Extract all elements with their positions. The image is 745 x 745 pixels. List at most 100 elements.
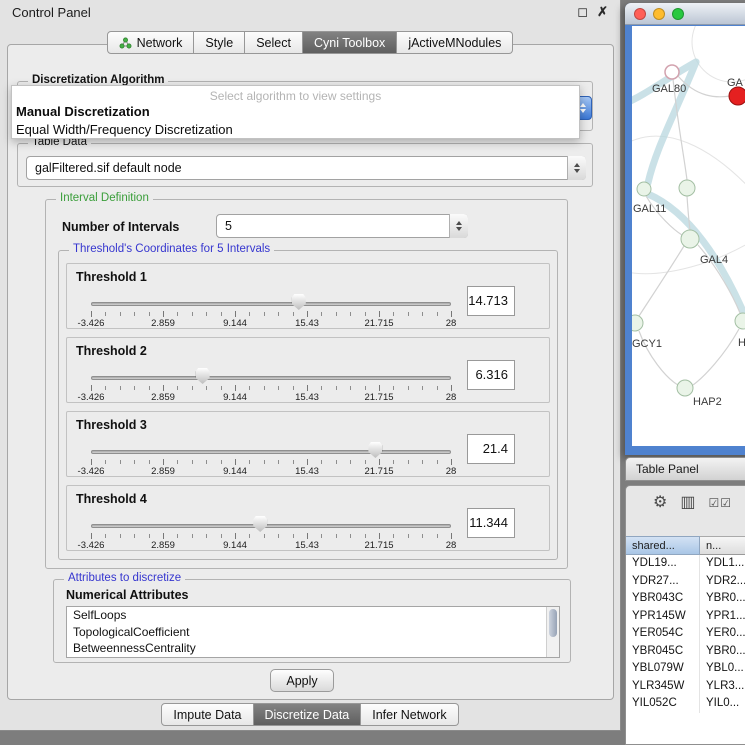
cell-shared-name: YIL052C	[626, 695, 700, 713]
scale-label: 21.715	[364, 318, 393, 329]
threshold-slider[interactable]: -3.4262.8599.14415.4321.71528	[91, 520, 451, 552]
scale-label: 2.859	[151, 540, 175, 551]
dropdown-stepper-icon[interactable]	[567, 156, 586, 180]
slider-scale: -3.4262.8599.14415.4321.71528	[91, 466, 451, 477]
threshold-panel: Threshold 26.316-3.4262.8599.14415.4321.…	[66, 337, 550, 403]
threshold-value-field[interactable]: 21.4	[467, 434, 515, 464]
table-row[interactable]: YDR27...YDR2...	[626, 573, 745, 591]
slider-thumb[interactable]	[253, 516, 267, 532]
threshold-value-field[interactable]: 14.713	[467, 286, 515, 316]
float-window-icon[interactable]: ◻	[577, 5, 588, 19]
threshold-slider[interactable]: -3.4262.8599.14415.4321.71528	[91, 298, 451, 330]
tab-infer-network[interactable]: Infer Network	[361, 703, 458, 726]
node-gcy1[interactable]	[632, 315, 643, 331]
number-of-intervals-dropdown[interactable]: 5	[216, 214, 468, 238]
node-selected-red[interactable]	[729, 87, 745, 105]
slider-track[interactable]	[91, 376, 451, 380]
cell-name: YDL1...	[700, 555, 745, 573]
tab-select[interactable]: Select	[245, 31, 303, 54]
node[interactable]	[735, 313, 745, 329]
slider-scale: -3.4262.8599.14415.4321.71528	[91, 318, 451, 329]
scale-label: 9.144	[223, 540, 247, 551]
slider-track[interactable]	[91, 450, 451, 454]
tab-jactivemnodules[interactable]: jActiveMNodules	[397, 31, 513, 54]
cell-name: YDR2...	[700, 573, 745, 591]
scale-label: 21.715	[364, 392, 393, 403]
attribute-item[interactable]: TopologicalCoefficient	[67, 624, 559, 641]
apply-button[interactable]: Apply	[270, 669, 334, 692]
attributes-group-title: Attributes to discretize	[64, 572, 185, 584]
node-gal80[interactable]	[665, 65, 679, 79]
tab-discretize-data[interactable]: Discretize Data	[254, 703, 362, 726]
table-row[interactable]: YIL052CYIL0...	[626, 695, 745, 713]
table-row[interactable]: YLR345WYLR3...	[626, 678, 745, 696]
algorithm-option[interactable]: Manual Discretization	[12, 103, 579, 121]
network-canvas[interactable]: GAL80 GA GAL11 GAL4 GCY1 H HAP2	[632, 26, 745, 446]
scale-label: 2.859	[151, 318, 175, 329]
table-panel-titlebar[interactable]: Table Panel	[625, 457, 745, 481]
bottom-tabs: Impute DataDiscretize DataInfer Network	[0, 703, 620, 726]
tab-cyni-toolbox[interactable]: Cyni Toolbox	[303, 31, 397, 54]
slider-thumb[interactable]	[292, 294, 306, 310]
node-gal11[interactable]	[679, 180, 695, 196]
close-window-icon[interactable]: ✗	[597, 5, 608, 19]
node-hap2[interactable]	[677, 380, 693, 396]
scale-label: 2.859	[151, 466, 175, 477]
table-rows: YDL19...YDL1...YDR27...YDR2...YBR043CYBR…	[626, 555, 745, 744]
attr-items: SelfLoopsTopologicalCoefficientBetweenne…	[67, 607, 559, 657]
network-window-titlebar[interactable]	[625, 3, 745, 25]
cell-name: YBR0...	[700, 643, 745, 661]
table-row[interactable]: YER054CYER0...	[626, 625, 745, 643]
table-row[interactable]: YBL079WYBL0...	[626, 660, 745, 678]
tab-impute-data[interactable]: Impute Data	[161, 703, 253, 726]
column-header-name[interactable]: n...	[700, 536, 745, 555]
control-panel-body: Discretization Algorithm Select algorith…	[7, 44, 614, 700]
zoom-traffic-light-icon[interactable]	[672, 8, 684, 20]
slider-thumb[interactable]	[368, 442, 382, 458]
column-header-shared-name[interactable]: shared...	[626, 536, 700, 555]
slider-track[interactable]	[91, 302, 451, 306]
slider-thumb[interactable]	[196, 368, 210, 384]
dropdown-stepper-icon[interactable]	[449, 214, 468, 238]
cell-shared-name: YBR045C	[626, 643, 700, 661]
table-row[interactable]: YBR045CYBR0...	[626, 643, 745, 661]
columns-icon[interactable]: ▥	[680, 495, 695, 511]
algorithm-popup: Select algorithm to view settings Manual…	[11, 85, 580, 139]
cell-shared-name: YPR145W	[626, 608, 700, 626]
attribute-item[interactable]: BetweennessCentrality	[67, 640, 559, 657]
scale-label: -3.426	[78, 318, 105, 329]
node-gal4[interactable]	[681, 230, 699, 248]
algorithm-option[interactable]: Equal Width/Frequency Discretization	[12, 121, 579, 139]
table-row[interactable]: YPR145WYPR1...	[626, 608, 745, 626]
settings-icon[interactable]: ⚙	[653, 495, 667, 511]
threshold-value-field[interactable]: 11.344	[467, 508, 515, 538]
tab-style[interactable]: Style	[194, 31, 245, 54]
control-panel-titlebar[interactable]: Control Panel ◻ ✗	[0, 0, 620, 24]
threshold-value-field[interactable]: 6.316	[467, 360, 515, 390]
slider-scale: -3.4262.8599.14415.4321.71528	[91, 392, 451, 403]
table-row[interactable]: YDL19...YDL1...	[626, 555, 745, 573]
popup-prompt: Select algorithm to view settings	[12, 86, 579, 103]
cell-name: YER0...	[700, 625, 745, 643]
tab-network[interactable]: Network	[107, 31, 195, 54]
node[interactable]	[637, 182, 651, 196]
minimize-traffic-light-icon[interactable]	[653, 8, 665, 20]
threshold-slider[interactable]: -3.4262.8599.14415.4321.71528	[91, 372, 451, 404]
interval-definition-group: Interval Definition Number of Intervals …	[45, 199, 568, 569]
select-columns-icons[interactable]: ☑☑	[708, 495, 732, 511]
scrollbar-thumb[interactable]	[549, 609, 557, 637]
attribute-item[interactable]: SelfLoops	[67, 607, 559, 624]
node-label: GA	[727, 77, 744, 89]
threshold-label: Threshold 1	[76, 270, 147, 284]
numerical-attributes-list[interactable]: SelfLoopsTopologicalCoefficientBetweenne…	[66, 606, 560, 658]
tab-label: Style	[205, 36, 233, 50]
table-data-dropdown[interactable]: galFiltered.sif default node	[26, 156, 586, 180]
threshold-slider[interactable]: -3.4262.8599.14415.4321.71528	[91, 446, 451, 478]
attributes-scrollbar[interactable]	[546, 607, 559, 657]
close-traffic-light-icon[interactable]	[634, 8, 646, 20]
table-panel-window: ⚙ ▥ ☑☑ shared... n... YDL19...YDL1...YDR…	[625, 485, 745, 745]
table-row[interactable]: YBR043CYBR0...	[626, 590, 745, 608]
slider-track[interactable]	[91, 524, 451, 528]
node-label: GAL80	[652, 83, 686, 95]
scale-label: 9.144	[223, 392, 247, 403]
